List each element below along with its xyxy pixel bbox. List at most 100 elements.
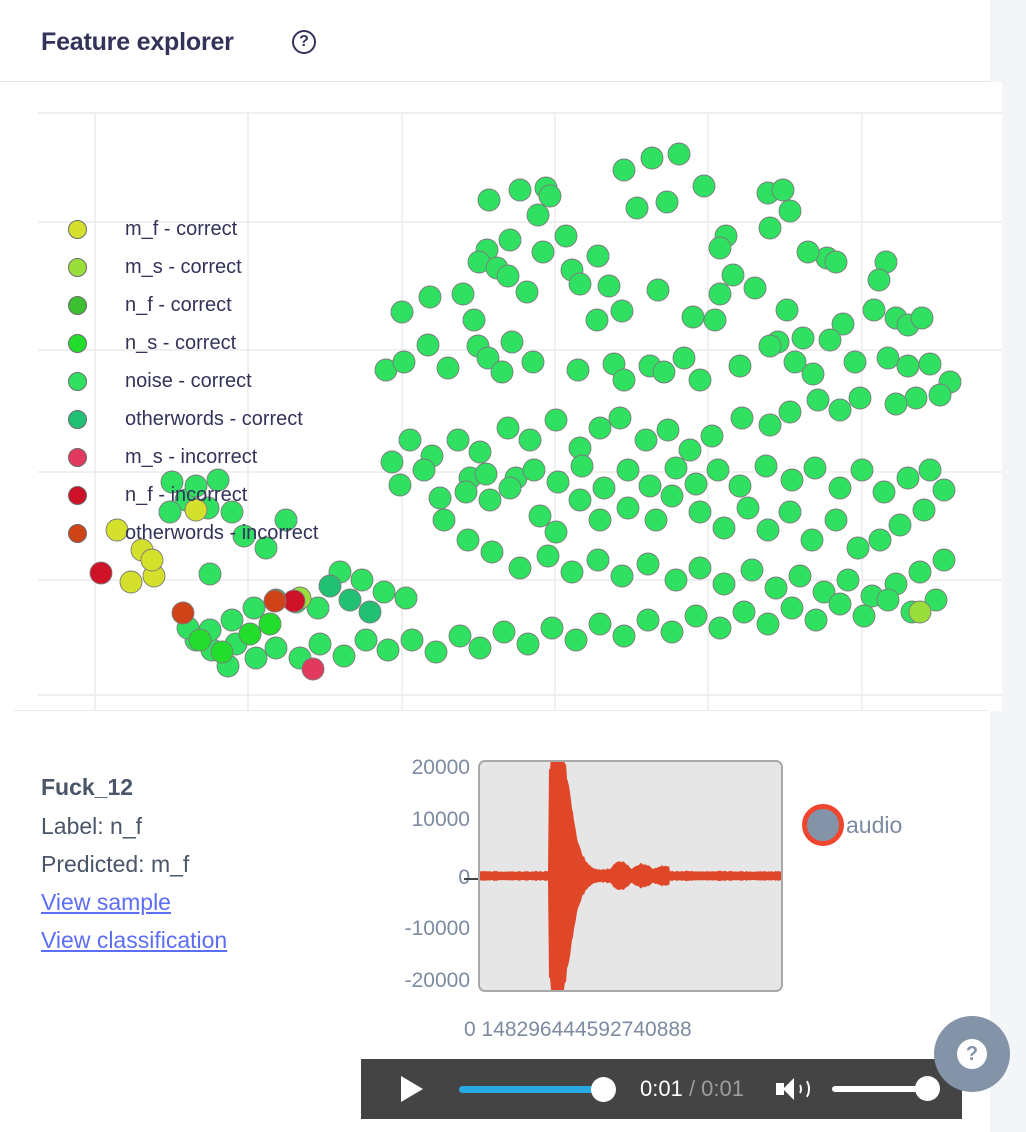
scatter-point[interactable] (636, 552, 660, 576)
scatter-point[interactable] (424, 640, 448, 664)
scatter-point[interactable] (732, 600, 756, 624)
scatter-point[interactable] (655, 190, 679, 214)
scatter-point[interactable] (468, 636, 492, 660)
scatter-point[interactable] (586, 548, 610, 572)
scatter-point[interactable] (754, 454, 778, 478)
scatter-point[interactable] (544, 520, 568, 544)
scatter-point[interactable] (625, 196, 649, 220)
scatter-point[interactable] (376, 638, 400, 662)
scatter-point[interactable] (728, 354, 752, 378)
scatter-point[interactable] (796, 240, 820, 264)
scatter-point[interactable] (706, 458, 730, 482)
scatter-point[interactable] (836, 568, 860, 592)
scatter-point[interactable] (800, 528, 824, 552)
scatter-point[interactable] (828, 398, 852, 422)
scatter-point[interactable] (928, 383, 952, 407)
seek-knob[interactable] (591, 1076, 616, 1102)
scatter-point[interactable] (570, 454, 594, 478)
scatter-point[interactable] (140, 548, 164, 572)
scatter-point[interactable] (756, 612, 780, 636)
scatter-point[interactable] (358, 600, 382, 624)
scatter-point[interactable] (477, 188, 501, 212)
scatter-point[interactable] (526, 203, 550, 227)
legend-item[interactable]: n_s - correct (68, 324, 318, 362)
scatter-point[interactable] (758, 334, 782, 358)
scatter-point[interactable] (392, 350, 416, 374)
scatter-point[interactable] (828, 592, 852, 616)
legend-item[interactable]: m_s - correct (68, 248, 318, 286)
scatter-point[interactable] (688, 368, 712, 392)
volume-slider[interactable] (832, 1076, 940, 1101)
scatter-point[interactable] (592, 476, 616, 500)
scatter-point[interactable] (788, 564, 812, 588)
legend-item[interactable]: n_f - incorrect (68, 476, 318, 514)
scatter-point[interactable] (850, 458, 874, 482)
scatter-point[interactable] (672, 346, 696, 370)
scatter-point[interactable] (684, 604, 708, 628)
scatter-point[interactable] (688, 556, 712, 580)
seek-slider[interactable] (459, 1076, 616, 1102)
scatter-point[interactable] (712, 572, 736, 596)
scatter-point[interactable] (498, 476, 522, 500)
scatter-point[interactable] (846, 536, 870, 560)
scatter-point[interactable] (394, 586, 418, 610)
scatter-point[interactable] (610, 299, 634, 323)
scatter-point[interactable] (667, 142, 691, 166)
scatter-point[interactable] (522, 458, 546, 482)
scatter-point[interactable] (756, 518, 780, 542)
scatter-point[interactable] (778, 500, 802, 524)
scatter-point[interactable] (644, 508, 668, 532)
scatter-point[interactable] (536, 544, 560, 568)
legend-item[interactable]: m_f - correct (68, 210, 318, 248)
scatter-point[interactable] (588, 508, 612, 532)
scatter-point[interactable] (828, 476, 852, 500)
scatter-point[interactable] (700, 424, 724, 448)
scatter-point[interactable] (872, 480, 896, 504)
scatter-point[interactable] (664, 456, 688, 480)
scatter-point[interactable] (612, 158, 636, 182)
volume-knob[interactable] (915, 1076, 940, 1101)
scatter-point[interactable] (372, 580, 396, 604)
scatter-point[interactable] (380, 450, 404, 474)
scatter-point[interactable] (188, 628, 212, 652)
scatter-point[interactable] (238, 622, 262, 646)
scatter-point[interactable] (743, 276, 767, 300)
scatter-point[interactable] (684, 472, 708, 496)
scatter-point[interactable] (566, 358, 590, 382)
scatter-point[interactable] (646, 278, 670, 302)
scatter-point[interactable] (638, 474, 662, 498)
scatter-point[interactable] (801, 362, 825, 386)
volume-high-icon[interactable] (776, 1075, 810, 1103)
scatter-point[interactable] (308, 632, 332, 656)
scatter-point[interactable] (708, 616, 732, 640)
scatter-point[interactable] (446, 428, 470, 452)
scatter-point[interactable] (652, 360, 676, 384)
scatter-point[interactable] (528, 504, 552, 528)
scatter-point[interactable] (692, 174, 716, 198)
scatter-point[interactable] (736, 496, 760, 520)
scatter-point[interactable] (568, 272, 592, 296)
scatter-point[interactable] (518, 428, 542, 452)
scatter-point[interactable] (775, 298, 799, 322)
scatter-point[interactable] (791, 326, 815, 350)
scatter-point[interactable] (560, 560, 584, 584)
scatter-point[interactable] (89, 561, 113, 585)
scatter-point[interactable] (610, 564, 634, 588)
scatter-point[interactable] (867, 268, 891, 292)
scatter-point[interactable] (636, 608, 660, 632)
scatter-point[interactable] (912, 498, 936, 522)
scatter-point[interactable] (712, 516, 736, 540)
scatter-point[interactable] (244, 646, 268, 670)
scatter-point[interactable] (803, 456, 827, 480)
scatter-point[interactable] (338, 588, 362, 612)
scatter-point[interactable] (708, 236, 732, 260)
scatter-point[interactable] (634, 428, 658, 452)
scatter-point[interactable] (318, 574, 342, 598)
scatter-point[interactable] (171, 601, 195, 625)
legend-item[interactable]: otherwords - incorrect (68, 514, 318, 552)
scatter-point[interactable] (588, 416, 612, 440)
scatter-point[interactable] (612, 624, 636, 648)
help-fab-button[interactable]: ? (934, 1016, 1010, 1092)
scatter-point[interactable] (448, 624, 472, 648)
scatter-point[interactable] (496, 416, 520, 440)
